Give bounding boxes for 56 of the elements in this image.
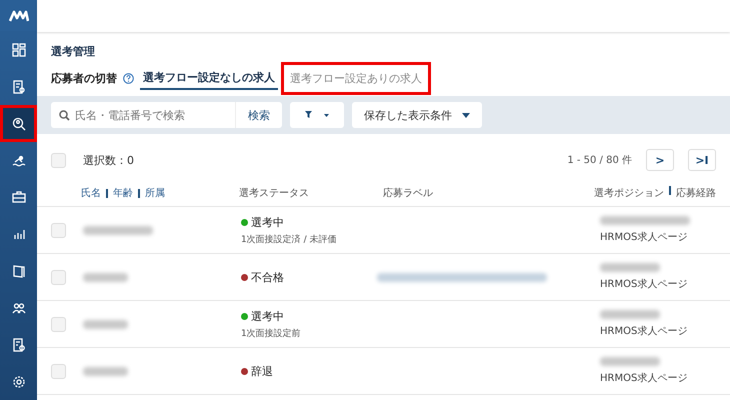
saved-filter-dropdown[interactable]: 保存した表示条件 [352, 102, 482, 128]
search-icon [59, 110, 70, 120]
swimmer-icon [12, 154, 26, 168]
tab[interactable]: 選考フロー設定なしの求人 [140, 68, 278, 90]
help-icon[interactable] [123, 73, 134, 84]
blurred-text [83, 366, 128, 376]
checkbox[interactable] [51, 270, 66, 284]
sidebar-item[interactable] [0, 105, 37, 142]
checkbox[interactable] [51, 364, 66, 378]
people-icon [12, 300, 26, 315]
caret-icon [462, 112, 470, 118]
blurred-text [600, 357, 660, 366]
sort-link[interactable]: 年齢 [113, 186, 133, 200]
checkbox[interactable] [51, 222, 66, 238]
switch-label: 応募者の切替 [51, 71, 117, 86]
filter-icon [305, 111, 312, 119]
status-text: 選考中 [251, 308, 284, 324]
last-page-button[interactable]: >I [688, 149, 716, 171]
sort-link[interactable]: 応募経路 [676, 186, 716, 200]
settings-icon [12, 374, 26, 389]
sort-link[interactable]: 所属 [145, 186, 165, 200]
sort-link[interactable]: 選考ポジション [594, 186, 664, 200]
source-text: HRMOS求人ページ [600, 230, 688, 244]
column-header: 応募ラベル [383, 186, 434, 200]
briefcase-icon [12, 190, 26, 204]
page-range: 1 - 50 / 80 件 [567, 154, 632, 167]
source-text: HRMOS求人ページ [600, 372, 688, 385]
document-icon [12, 80, 26, 94]
bar-chart-icon [12, 227, 26, 242]
checkbox[interactable] [51, 316, 66, 332]
column-header: 選考ステータス [239, 186, 310, 200]
status-text: 辞退 [251, 364, 273, 378]
substatus-text: 1次面接設定済 / 未評価 [241, 234, 338, 246]
status-text: 選考中 [251, 214, 284, 230]
blurred-text [600, 310, 660, 319]
caret-icon [324, 114, 329, 116]
substatus-text: 1次面接設定前 [241, 328, 302, 340]
search-field[interactable]: 氏名・電話番号で検索 [51, 102, 235, 128]
sort-link[interactable]: 氏名 [81, 186, 101, 200]
grid-icon [12, 42, 26, 57]
next-page-button[interactable]: > [646, 149, 674, 171]
page-title: 選考管理 [51, 44, 96, 59]
status-text: 不合格 [251, 270, 284, 284]
source-text: HRMOS求人ページ [600, 324, 688, 338]
blurred-text [83, 320, 128, 328]
blurred-text [600, 263, 660, 272]
blurred-text [83, 272, 128, 282]
blurred-text [83, 226, 153, 234]
source-text: HRMOS求人ページ [600, 278, 688, 291]
selection-count: 選択数：0 [83, 152, 134, 168]
search-button[interactable]: 検索 [235, 102, 282, 128]
search-icon [12, 116, 26, 131]
book-icon [12, 264, 26, 278]
document-gear-icon [12, 338, 26, 352]
tab[interactable]: 選考フロー設定ありの求人 [284, 65, 428, 92]
checkbox[interactable] [51, 152, 66, 168]
